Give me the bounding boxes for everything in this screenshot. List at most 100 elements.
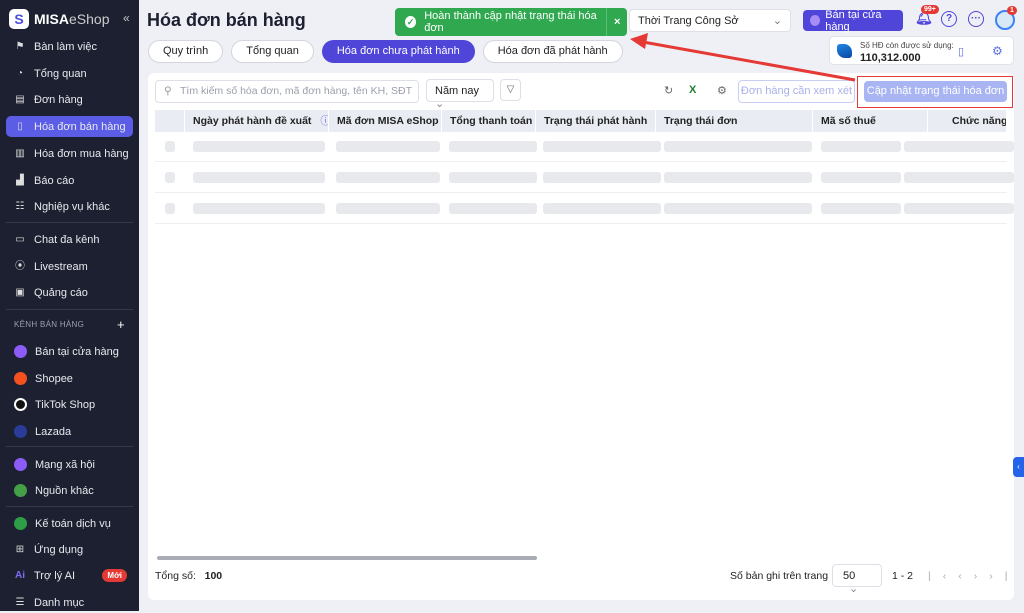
sidebar-item-overview[interactable]: ◔ Tổng quan xyxy=(6,63,133,84)
tab-unissued[interactable]: Hóa đơn chưa phát hành xyxy=(321,40,475,63)
sidebar-item-purchase-invoice[interactable]: ▥ Hóa đơn mua hàng xyxy=(6,143,133,164)
sidebar-item-chat[interactable]: ▭ Chat đa kênh xyxy=(6,229,133,250)
table-row[interactable] xyxy=(155,194,1014,224)
invoice-quota: Số HĐ còn được sử dụng: 110,312.000 ▯ ⚙ xyxy=(829,36,1014,65)
period-select[interactable]: Năm nay ⌄ xyxy=(426,79,494,110)
column-header[interactable]: Trạng thái phát hành xyxy=(536,110,656,132)
chart-icon: ▟ xyxy=(16,174,24,186)
column-header[interactable]: Tổng thanh toán xyxy=(442,110,536,132)
label: Hóa đơn mua hàng xyxy=(34,147,129,160)
prev-page-icon[interactable]: ‹ xyxy=(958,570,974,582)
sidebar-item-apps[interactable]: ⊞ Ứng dụng xyxy=(6,539,133,560)
sidebar-item-ads[interactable]: ▣ Quảng cáo xyxy=(6,282,133,303)
tab-process[interactable]: Quy trình xyxy=(148,40,224,63)
column-header[interactable]: Trạng thái đơn xyxy=(656,110,813,132)
last-page-icon[interactable]: ›| xyxy=(989,570,1019,582)
quota-logo-icon xyxy=(837,44,852,58)
settings-icon[interactable]: ⚙ xyxy=(717,84,727,97)
sidebar-item-livestream[interactable]: ⦿ Livestream xyxy=(6,256,133,277)
sidebar-item-sales-invoice[interactable]: ▯ Hóa đơn bán hàng xyxy=(6,116,133,137)
tab-overview[interactable]: Tổng quan xyxy=(231,40,314,63)
divider xyxy=(6,222,133,223)
ai-icon: Ai xyxy=(15,569,25,581)
skeleton-cell xyxy=(336,141,440,152)
first-page-icon[interactable]: |‹ xyxy=(928,570,958,582)
document-icon[interactable]: ▯ xyxy=(958,45,964,58)
horizontal-scrollbar[interactable] xyxy=(157,556,537,560)
skeleton-cell xyxy=(193,203,325,214)
skeleton-cell xyxy=(904,203,1014,214)
purchase-invoice-icon: ▥ xyxy=(15,147,25,159)
sidebar-item-tiktok[interactable]: TikTok Shop xyxy=(6,394,133,415)
more-icon[interactable]: ··· xyxy=(968,11,984,27)
label: Danh mục xyxy=(34,596,85,609)
gauge-icon: ◔ xyxy=(16,67,24,79)
filter-button[interactable]: ▽ xyxy=(500,79,521,101)
excel-icon[interactable]: X xyxy=(689,84,696,96)
tiktok-icon xyxy=(14,398,27,411)
lazada-icon xyxy=(14,425,27,438)
logo[interactable]: S MISAeShop xyxy=(9,9,109,29)
gear-icon[interactable]: ⚙ xyxy=(992,44,1003,58)
tab-issued[interactable]: Hóa đơn đã phát hành xyxy=(482,40,623,63)
column-header[interactable]: Chức năng xyxy=(928,110,1007,132)
per-page-select[interactable]: 50 ⌄ xyxy=(832,564,882,595)
sidebar-item-orders[interactable]: ▤ Đơn hàng xyxy=(6,89,133,110)
sidebar-item-shopee[interactable]: Shopee xyxy=(6,368,133,389)
skeleton-cell xyxy=(543,172,661,183)
refresh-icon[interactable]: ↻ xyxy=(664,84,673,97)
sidebar-item-social[interactable]: Mạng xã hội xyxy=(6,454,133,475)
check-icon: ✓ xyxy=(405,16,417,28)
help-icon[interactable]: ? xyxy=(941,11,957,27)
sidebar-item-accounting[interactable]: Kế toán dịch vụ xyxy=(6,513,133,534)
shopee-icon xyxy=(14,372,27,385)
success-toast: ✓ Hoàn thành cập nhật trạng thái hóa đơn × xyxy=(395,8,627,36)
column-header[interactable]: Mã số thuế xyxy=(813,110,928,132)
total-value: 100 xyxy=(204,570,223,582)
column-header[interactable]: Mã đơn MISA eShop xyxy=(329,110,442,132)
skeleton-cell xyxy=(193,172,325,183)
skeleton-cell xyxy=(664,172,812,183)
store-icon xyxy=(14,345,27,358)
brand-suffix: eShop xyxy=(69,11,110,27)
shop-select[interactable]: Thời Trang Công Sở ⌄ xyxy=(629,9,791,32)
sidebar-item-lazada[interactable]: Lazada xyxy=(6,421,133,442)
label: Quảng cáo xyxy=(34,286,88,299)
expand-panel-icon[interactable]: ‹ xyxy=(1013,457,1024,477)
review-orders-button[interactable]: Đơn hàng cần xem xét xyxy=(738,80,855,103)
store-sell-button[interactable]: Bán tại cửa hàng xyxy=(803,9,903,33)
search-input[interactable]: ⚲ Tìm kiếm số hóa đơn, mã đơn hàng, tên K… xyxy=(155,80,419,103)
table-row[interactable] xyxy=(155,132,1014,162)
quota-value: 110,312.000 xyxy=(860,52,921,64)
table-row[interactable] xyxy=(155,163,1014,193)
broadcast-icon: ⦿ xyxy=(15,260,25,272)
sidebar-item-store[interactable]: Bán tại cửa hàng xyxy=(6,341,133,362)
skeleton-cell xyxy=(165,141,175,152)
skeleton-cell xyxy=(821,172,901,183)
label: Mạng xã hội xyxy=(35,458,95,471)
skeleton-cell xyxy=(904,141,1014,152)
column-header[interactable]: Ngày phát hành đề xuất ⓘ xyxy=(185,110,329,132)
label: Báo cáo xyxy=(34,174,75,187)
total-label: Tổng số: xyxy=(155,570,196,582)
sidebar-item-workspace[interactable]: ⚑ Bàn làm việc xyxy=(6,36,133,57)
per-page-value: 50 xyxy=(843,570,856,582)
select-all-column[interactable] xyxy=(155,110,185,132)
sidebar-item-reports[interactable]: ▟ Báo cáo xyxy=(6,170,133,191)
sidebar-item-other[interactable]: ☷ Nghiệp vụ khác xyxy=(6,196,133,217)
skeleton-cell xyxy=(336,203,440,214)
skeleton-cell xyxy=(821,141,901,152)
sidebar-item-ai[interactable]: Ai Trợ lý AI Mới xyxy=(6,565,133,586)
avatar-badge: 1 xyxy=(1007,6,1017,15)
collapse-sidebar-icon[interactable]: « xyxy=(123,11,130,25)
label: Trợ lý AI xyxy=(34,569,76,582)
brand: MISA xyxy=(34,11,69,27)
label: Hóa đơn bán hàng xyxy=(34,120,126,133)
label: TikTok Shop xyxy=(35,398,96,411)
chevron-down-icon: ⌄ xyxy=(772,15,782,27)
add-channel-icon[interactable]: + xyxy=(117,317,125,332)
next-page-icon[interactable]: › xyxy=(974,570,990,582)
sidebar-item-catalog[interactable]: ☰ Danh mục xyxy=(6,592,133,613)
close-toast-button[interactable]: × xyxy=(606,8,627,36)
sidebar-item-other-sources[interactable]: Nguồn khác xyxy=(6,480,133,501)
